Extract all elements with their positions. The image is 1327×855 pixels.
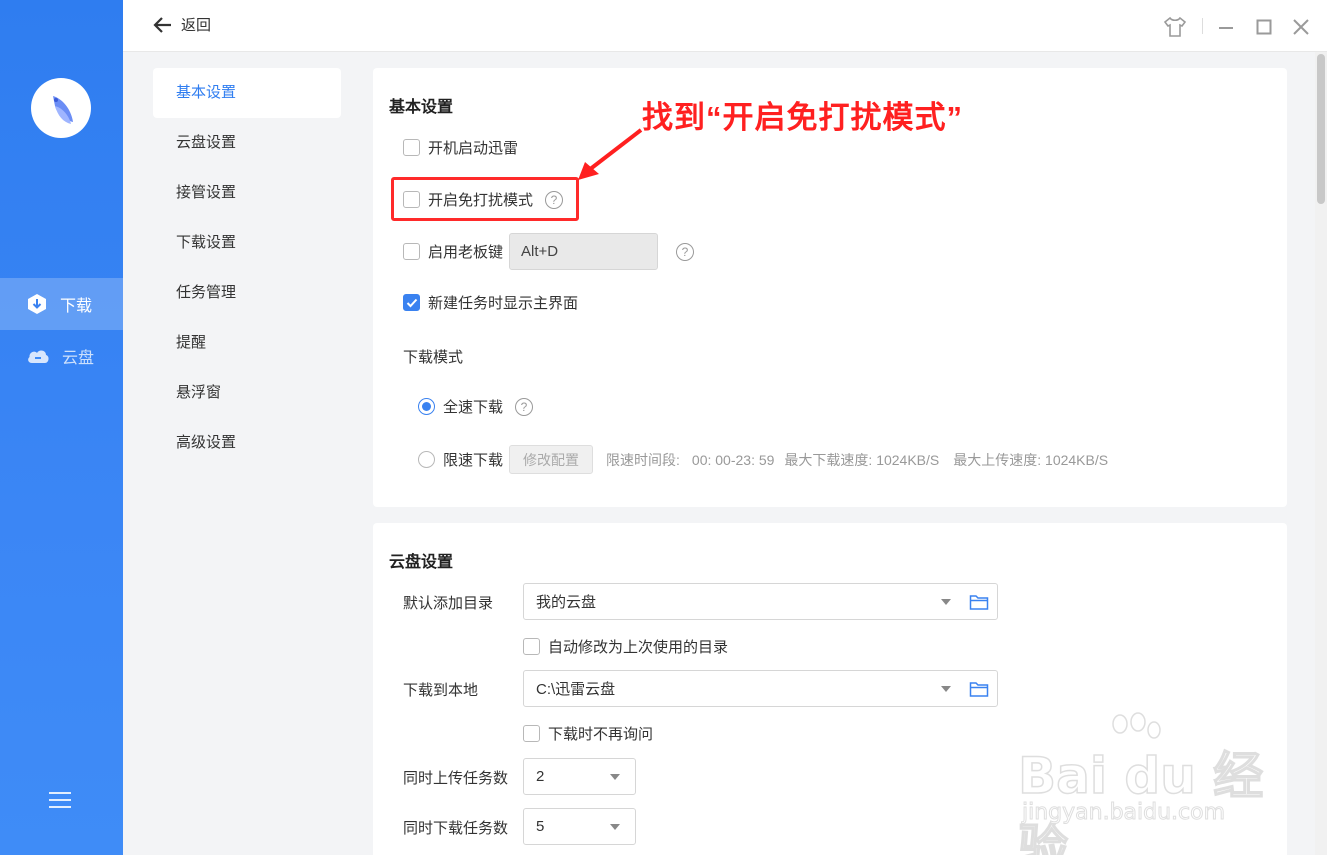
skin-icon[interactable] [1162, 14, 1188, 40]
annotation-text: 找到“开启免打扰模式” [642, 100, 963, 135]
arrow-left-icon [153, 16, 171, 33]
scrollbar[interactable] [1315, 52, 1327, 855]
nav-item-advanced[interactable]: 高级设置 [153, 418, 341, 468]
full-speed-label: 全速下载 [443, 399, 504, 416]
maximize-icon[interactable] [1251, 14, 1277, 40]
chevron-down-icon [941, 599, 951, 605]
limit-time: 00: 00-23: 59 [691, 451, 775, 468]
cloud-settings-card: 云盘设置 默认添加目录 我的云盘 自动修改为上次使用的目录 下载到本地 C:\迅… [373, 523, 1287, 855]
modify-config-button[interactable]: 修改配置 [509, 445, 594, 474]
default-dir-select[interactable]: 我的云盘 [523, 583, 998, 620]
upload-tasks-select[interactable]: 2 [523, 758, 636, 795]
sidebar-item-download[interactable]: 下载 [0, 278, 123, 330]
nav-item-floating[interactable]: 悬浮窗 [153, 368, 341, 418]
startup-label: 开机启动迅雷 [428, 140, 519, 157]
download-tasks-value: 5 [536, 818, 545, 835]
limit-period-label: 限速时间段: [606, 451, 680, 468]
auto-modify-checkbox[interactable] [523, 638, 540, 655]
chevron-down-icon [610, 774, 620, 780]
no-ask-option[interactable]: 下载时不再询问 [523, 723, 653, 744]
upload-tasks-value: 2 [536, 768, 545, 785]
settings-nav: 基本设置 云盘设置 接管设置 下载设置 任务管理 提醒 悬浮窗 高级设置 [153, 68, 341, 468]
folder-icon[interactable] [969, 593, 989, 611]
upload-tasks-label: 同时上传任务数 [403, 770, 509, 787]
annotation-arrow-icon [578, 128, 643, 180]
download-icon [28, 294, 46, 314]
no-ask-label: 下载时不再询问 [548, 726, 654, 743]
startup-option[interactable]: 开机启动迅雷 [403, 137, 518, 158]
chevron-down-icon [941, 686, 951, 692]
back-button[interactable]: 返回 [153, 14, 211, 35]
max-upload-speed: 最大上传速度: 1024KB/S [953, 451, 1109, 468]
divider [1202, 18, 1203, 34]
sidebar-item-label: 云盘 [62, 350, 95, 367]
help-icon[interactable]: ? [515, 397, 534, 416]
show-main-checkbox[interactable] [403, 294, 420, 311]
chevron-down-icon [610, 824, 620, 830]
show-main-option[interactable]: 新建任务时显示主界面 [403, 292, 578, 313]
startup-checkbox[interactable] [403, 139, 420, 156]
sidebar-item-cloud[interactable]: 云盘 [0, 330, 123, 382]
download-tasks-select[interactable]: 5 [523, 808, 636, 845]
cloud-icon [28, 350, 49, 363]
download-mode-label: 下载模式 [403, 349, 464, 366]
section-title: 云盘设置 [389, 554, 454, 571]
nav-item-reminder[interactable]: 提醒 [153, 318, 341, 368]
menu-icon[interactable] [49, 792, 71, 812]
nav-item-cloud[interactable]: 云盘设置 [153, 118, 341, 168]
full-speed-radio[interactable] [418, 398, 435, 415]
minimize-icon[interactable] [1213, 14, 1239, 40]
folder-icon[interactable] [969, 680, 989, 698]
sidebar-item-label: 下载 [60, 298, 93, 315]
section-title: 基本设置 [389, 99, 454, 116]
limited-option: 限速下载 修改配置 限速时间段: 00: 00-23: 59 最大下载速度: 1… [418, 445, 1108, 474]
auto-modify-label: 自动修改为上次使用的目录 [548, 639, 729, 656]
back-label: 返回 [181, 17, 212, 34]
no-ask-checkbox[interactable] [523, 725, 540, 742]
max-download-speed: 最大下载速度: 1024KB/S [784, 451, 940, 468]
full-speed-option[interactable]: 全速下载 ? [418, 396, 534, 417]
local-dir-label: 下载到本地 [403, 682, 479, 699]
local-dir-value: C:\迅雷云盘 [536, 681, 616, 698]
limited-radio[interactable] [418, 451, 435, 468]
boss-key-field[interactable]: Alt+D [509, 233, 659, 270]
nav-item-tasks[interactable]: 任务管理 [153, 268, 341, 318]
annotation-highlight-box [391, 177, 579, 221]
help-icon[interactable]: ? [676, 242, 695, 261]
nav-item-download[interactable]: 下载设置 [153, 218, 341, 268]
download-tasks-label: 同时下载任务数 [403, 820, 509, 837]
boss-key-label: 启用老板键 [428, 244, 504, 261]
check-icon [406, 298, 417, 307]
top-bar: 返回 [123, 0, 1327, 52]
left-rail: 下载 云盘 [0, 0, 123, 855]
boss-key-checkbox[interactable] [403, 243, 420, 260]
boss-key-option: 启用老板键 Alt+D ? [403, 233, 695, 270]
nav-item-takeover[interactable]: 接管设置 [153, 168, 341, 218]
app-logo [31, 78, 91, 138]
auto-modify-option[interactable]: 自动修改为上次使用的目录 [523, 636, 728, 657]
default-dir-label: 默认添加目录 [403, 595, 494, 612]
nav-item-basic[interactable]: 基本设置 [153, 68, 341, 118]
close-icon[interactable] [1288, 14, 1314, 40]
scrollbar-thumb[interactable] [1317, 54, 1325, 204]
limited-label: 限速下载 [443, 452, 504, 469]
default-dir-value: 我的云盘 [536, 594, 597, 611]
local-dir-select[interactable]: C:\迅雷云盘 [523, 670, 998, 707]
show-main-label: 新建任务时显示主界面 [428, 295, 579, 312]
